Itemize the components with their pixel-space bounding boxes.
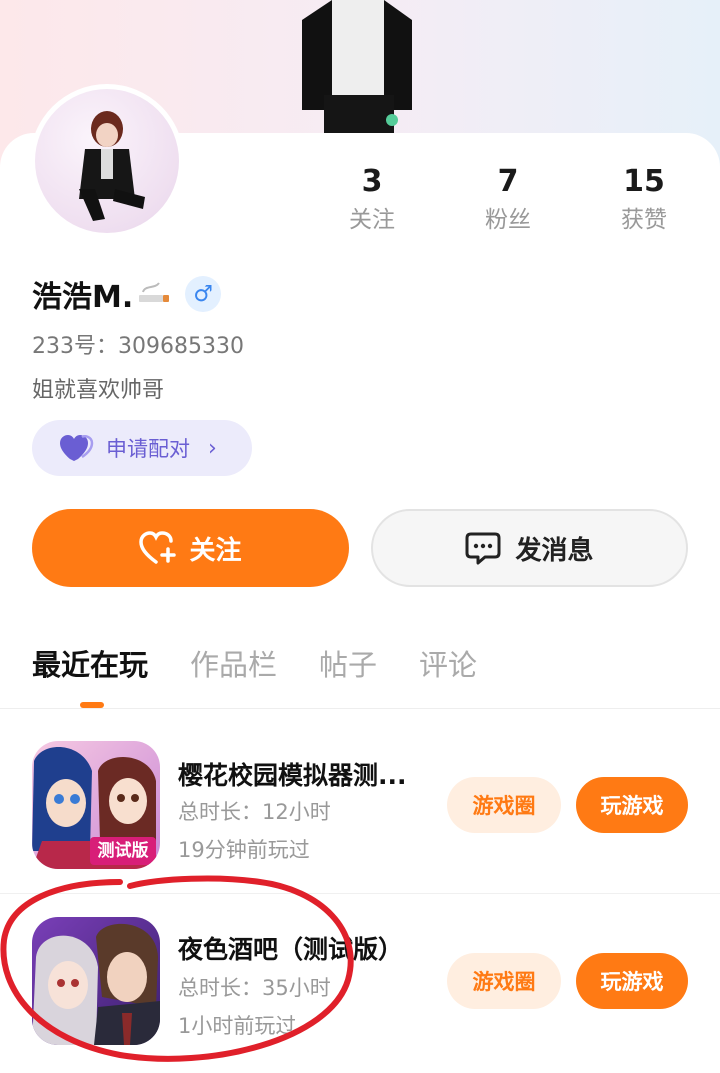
avatar-image xyxy=(35,89,179,233)
game-circle-button[interactable]: 游戏圈 xyxy=(447,777,561,833)
stat-following-label: 关注 xyxy=(349,207,395,233)
stat-following[interactable]: 3 关注 xyxy=(317,162,427,238)
divider xyxy=(0,708,720,709)
play-game-button[interactable]: 玩游戏 xyxy=(576,953,688,1009)
game-title: 樱花校园模拟器测... xyxy=(178,761,407,790)
divider xyxy=(0,893,720,894)
stat-likes-label: 获赞 xyxy=(621,207,667,233)
chevron-right-icon: › xyxy=(208,435,217,461)
stat-followers-count: 7 xyxy=(497,164,519,199)
stat-likes[interactable]: 15 获赞 xyxy=(589,162,699,238)
game-last-played: 1小时前玩过 xyxy=(178,1014,297,1038)
stat-followers[interactable]: 7 粉丝 xyxy=(453,162,563,238)
test-version-badge: 测试版 xyxy=(97,841,149,861)
heart-icon xyxy=(60,435,94,461)
cigarette-icon xyxy=(139,282,170,302)
play-game-button[interactable]: 玩游戏 xyxy=(576,777,688,833)
follow-button[interactable]: 关注 xyxy=(32,509,349,587)
game-icon xyxy=(32,917,160,1045)
send-message-label: 发消息 xyxy=(515,535,594,566)
game-title: 夜色酒吧（测试版） xyxy=(178,935,404,964)
message-icon xyxy=(465,532,501,565)
tab-works[interactable]: 作品栏 xyxy=(190,644,277,686)
follow-heart-icon xyxy=(139,531,177,564)
game-duration: 总时长：12小时 xyxy=(178,800,331,824)
name-row: 浩浩M. ♂ xyxy=(32,272,222,316)
game-list-item[interactable]: 夜色酒吧（测试版） 总时长：35小时 1小时前玩过 游戏圈 玩游戏 xyxy=(0,903,720,1073)
game-list-item[interactable]: 测试版 樱花校园模拟器测... 总时长：12小时 19分钟前玩过 游戏圈 玩游戏 xyxy=(0,726,720,896)
game-circle-button[interactable]: 游戏圈 xyxy=(447,953,561,1009)
male-icon: ♂ xyxy=(185,276,222,312)
user-id: 233号：309685330 xyxy=(32,334,244,359)
game-icon: 测试版 xyxy=(32,741,160,869)
user-name: 浩浩M. xyxy=(32,280,134,315)
follow-label: 关注 xyxy=(189,535,242,566)
apply-pair-label: 申请配对 xyxy=(106,437,190,461)
avatar[interactable] xyxy=(30,84,184,238)
stat-likes-count: 15 xyxy=(623,164,665,199)
banner-character-image xyxy=(302,0,412,135)
game-last-played: 19分钟前玩过 xyxy=(178,838,310,862)
apply-pair-button[interactable]: 申请配对 › xyxy=(32,420,252,476)
stat-following-count: 3 xyxy=(361,164,383,199)
tab-posts[interactable]: 帖子 xyxy=(319,644,377,686)
tab-recently-played[interactable]: 最近在玩 xyxy=(32,644,148,686)
send-message-button[interactable]: 发消息 xyxy=(371,509,688,587)
user-bio: 姐就喜欢帅哥 xyxy=(32,378,165,403)
profile-tabs: 最近在玩 作品栏 帖子 评论 xyxy=(32,644,519,686)
game-duration: 总时长：35小时 xyxy=(178,976,331,1000)
tab-comments[interactable]: 评论 xyxy=(419,644,477,686)
stat-followers-label: 粉丝 xyxy=(485,207,531,233)
